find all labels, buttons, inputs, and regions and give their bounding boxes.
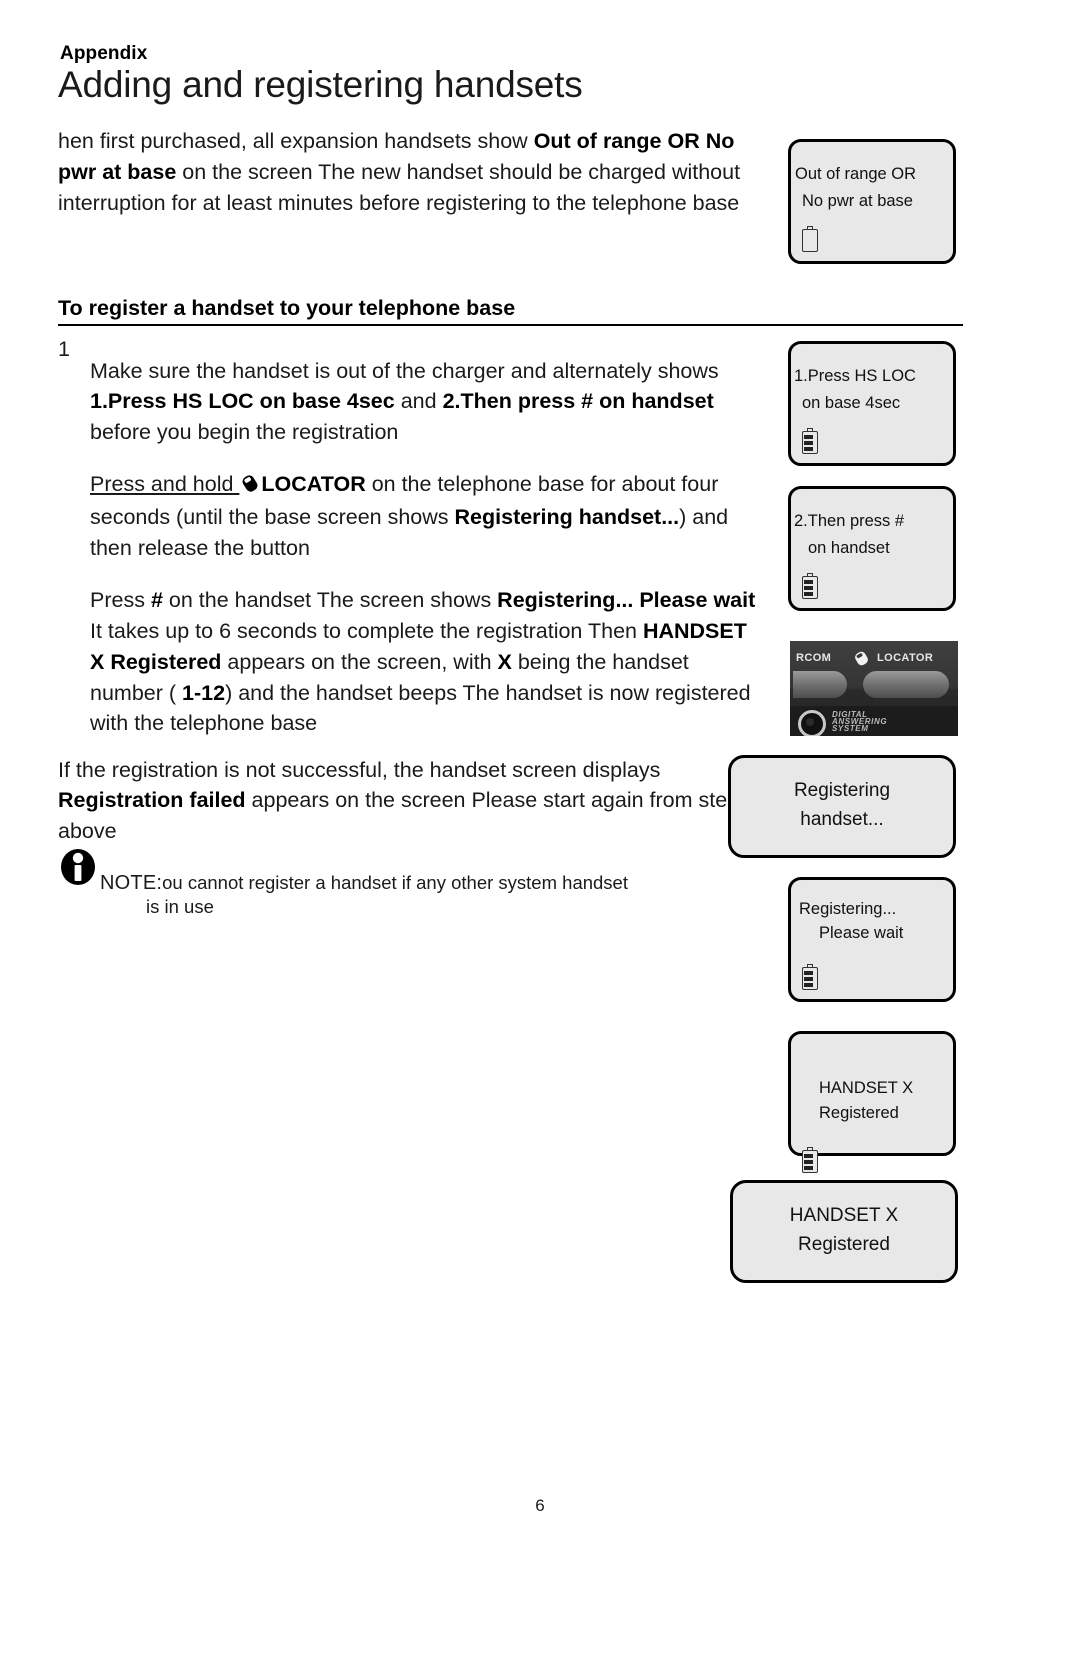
screen-registering-please-wait: Registering... Please wait xyxy=(788,877,956,1002)
screen-line-2: Registered xyxy=(819,1104,899,1122)
screen-line-1: 1.Press HS LOC xyxy=(794,367,916,385)
note-text: NOTE:ou cannot register a handset if any… xyxy=(100,871,760,919)
locator-bold: LOCATOR xyxy=(261,472,366,497)
step1-text-a2: and xyxy=(394,389,443,414)
screen-line-2: handset... xyxy=(800,809,884,830)
press-and-hold-underlined: Press and hold xyxy=(90,472,240,497)
screen-line-2: Please wait xyxy=(819,924,904,942)
step1-text-c3: It takes up to 6 seconds to complete the… xyxy=(90,619,643,644)
note-label: NOTE: xyxy=(100,872,163,894)
battery-icon-full xyxy=(802,1147,819,1174)
document-page: Appendix Adding and registering handsets… xyxy=(0,0,1080,1665)
step1-para-2: Press and hold LOCATOR on the telephone … xyxy=(90,469,758,563)
screen-line-2: on base 4sec xyxy=(802,394,901,412)
step1-text-a3: before you begin the registration xyxy=(90,420,399,445)
page-number: 6 xyxy=(535,1496,545,1515)
step1-bold-b4: Registering handset... xyxy=(454,505,680,530)
battery-icon-empty xyxy=(802,226,819,253)
screen-line-1: Out of range OR xyxy=(795,165,917,183)
section-divider xyxy=(58,324,963,326)
screen-then-press-hash: 2.Then press # on handset xyxy=(788,486,956,611)
brand-line-3: SYSTEM xyxy=(832,724,869,733)
intro-text-1: hen first purchased, all expansion hands… xyxy=(58,129,534,153)
section-heading: To register a handset to your telephone … xyxy=(58,296,516,320)
handset-icon xyxy=(852,651,871,671)
step-item-1: 1 Make sure the handset is out of the ch… xyxy=(58,334,758,761)
step1-bold-b1: 1.Press HS LOC on base 4sec xyxy=(90,389,395,414)
brand-strip: DIGITAL ANSWERING SYSTEM xyxy=(790,706,958,736)
screen-line-2: on handset xyxy=(808,539,890,557)
battery-icon-full xyxy=(802,428,819,455)
step1-bold-hash: # xyxy=(150,588,163,613)
step-body: Make sure the handset is out of the char… xyxy=(90,334,758,761)
step1-para-1: Make sure the handset is out of the char… xyxy=(90,356,758,448)
step1-text-a1: Make sure the handset is out of the char… xyxy=(90,358,719,383)
step1-bold-x: X xyxy=(497,649,512,674)
note-line-2: is in use xyxy=(146,896,214,917)
step-number: 1 xyxy=(58,337,70,361)
locator-label: LOCATOR xyxy=(877,652,934,664)
screen-line-1: Registering xyxy=(793,780,891,801)
screen-registering-handset: Registering handset... xyxy=(728,755,956,858)
step1-text-c1: Press xyxy=(90,588,151,613)
info-icon xyxy=(58,845,98,885)
screen-line-1: 2.Then press # xyxy=(794,512,905,530)
screen-line-1: HANDSET X xyxy=(819,1079,914,1097)
screen-out-of-range: Out of range OR No pwr at base xyxy=(788,139,956,264)
steps-list: 1 Make sure the handset is out of the ch… xyxy=(58,334,758,761)
step1-bold-b2: 2.Then press # on handset xyxy=(442,389,714,414)
screen-handset-registered: HANDSET X Registered xyxy=(788,1031,956,1173)
screen-press-hs-loc: 1.Press HS LOC on base 4sec xyxy=(788,341,956,466)
battery-icon-full xyxy=(802,573,819,600)
page-title: Adding and registering handsets xyxy=(58,64,583,105)
step1-para-3: Press # on the handset The screen shows … xyxy=(90,585,758,739)
battery-icon-full xyxy=(802,964,819,991)
screen-line-2: No pwr at base xyxy=(802,192,913,210)
step1-text-c2: on the handset The screen shows xyxy=(162,588,498,613)
step1-bold-registering: Registering... Please wait xyxy=(497,588,756,613)
speaker-dial-icon xyxy=(798,710,826,736)
telephone-base-photo: RCOM LOCATOR DIGITAL ANSWERING SYSTEM xyxy=(790,641,958,736)
tail-text-1: If the registration is not successful, t… xyxy=(58,757,661,782)
note-line-1: ou cannot register a handset if any othe… xyxy=(162,872,628,893)
locator-key[interactable] xyxy=(863,671,949,698)
handset-icon xyxy=(239,471,261,502)
failure-paragraph: If the registration is not successful, t… xyxy=(58,733,758,868)
screen-line-1: Registering... xyxy=(799,900,897,918)
intro-paragraph: hen first purchased, all expansion hands… xyxy=(58,126,758,218)
step1-text-c4: appears on the screen, with xyxy=(221,649,498,674)
screen-handset-registered-large: HANDSET X Registered xyxy=(730,1180,958,1283)
step1-bold-range: 1-12 xyxy=(182,680,226,705)
screen-line-1: HANDSET X xyxy=(789,1205,899,1226)
appendix-kicker: Appendix xyxy=(60,43,148,64)
intercom-key[interactable] xyxy=(793,671,847,698)
intercom-label: RCOM xyxy=(796,652,832,664)
tail-bold-1: Registration failed xyxy=(58,788,246,813)
screen-line-2: Registered xyxy=(798,1234,890,1255)
